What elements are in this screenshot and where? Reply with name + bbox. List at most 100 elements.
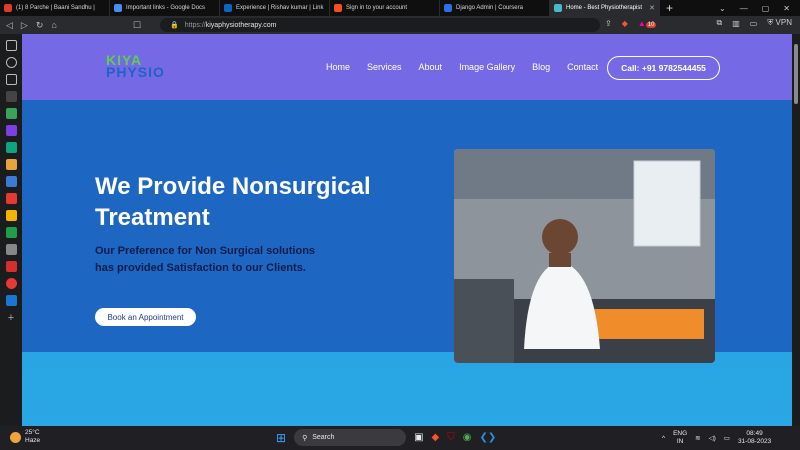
vpn-button[interactable]: ⛨ VPN	[767, 18, 792, 28]
tab-label: Home - Best Physiotherapist	[566, 5, 643, 11]
hero-section: We Provide Nonsurgical Treatment Our Pre…	[22, 100, 792, 363]
browser-tab[interactable]: (1) 8 Parche | Baani Sandhu |	[0, 0, 110, 16]
tab-label: Django Admin | Coursera	[456, 5, 523, 11]
sidebar-icon[interactable]	[5, 125, 17, 136]
wifi-icon[interactable]: ≋	[695, 434, 700, 442]
book-appointment-button[interactable]: Book an Appointment	[95, 308, 196, 326]
sidebar-icon[interactable]	[5, 193, 17, 204]
close-tab-icon[interactable]: ✕	[649, 4, 655, 12]
sidebar-icon[interactable]	[5, 244, 17, 255]
bookmark-icon[interactable]: ☐	[133, 20, 141, 31]
brave-shield-icon[interactable]: ◆	[622, 19, 628, 28]
microsoft-icon	[334, 4, 342, 12]
mcafee-icon[interactable]: ⛉	[447, 432, 455, 443]
nav-blog[interactable]: Blog	[532, 62, 550, 72]
sidebar-icon[interactable]	[5, 227, 17, 238]
add-icon[interactable]: +	[8, 312, 14, 324]
sidebar-icon[interactable]	[5, 142, 17, 153]
toolbar-right: ⇪ ◆ ▲ 10 ⧉ ▥ ▭ ⛨ VPN	[605, 18, 792, 28]
page-scrollbar[interactable]	[792, 34, 800, 426]
sidebar-icon[interactable]	[5, 57, 17, 68]
url-protocol: https://	[184, 21, 206, 29]
sidebar-toggle-icon[interactable]: ▥	[732, 19, 740, 28]
docs-icon	[114, 4, 122, 12]
volume-icon[interactable]: ◁)	[709, 434, 716, 442]
reload-icon[interactable]: ↻	[36, 20, 44, 31]
hero-title: We Provide Nonsurgical Treatment	[95, 173, 371, 231]
forward-icon[interactable]: ▷	[21, 20, 28, 31]
brave-icon[interactable]: ◆	[432, 432, 440, 443]
nav-about[interactable]: About	[419, 62, 443, 72]
hero-subtitle: Our Preference for Non Surgical solution…	[95, 245, 316, 274]
address-bar[interactable]: 🔒 https://kiyaphysiotherapy.com	[160, 18, 600, 32]
sidebar-icon[interactable]	[5, 108, 17, 119]
taskbar-search[interactable]: ⚲ Search	[294, 429, 407, 446]
temperature: 25°C	[25, 429, 40, 436]
nav-contact[interactable]: Contact	[567, 62, 598, 72]
site-logo[interactable]: KIYA PHYSIO	[106, 53, 165, 80]
youtube-icon	[4, 4, 12, 12]
linkedin-icon	[224, 4, 232, 12]
tab-search-icon[interactable]: ⌄	[719, 4, 726, 13]
home-icon[interactable]: ⌂	[51, 20, 56, 30]
coursera-icon	[444, 4, 452, 12]
maximize-button[interactable]: ▢	[762, 4, 770, 13]
sidebar-icon[interactable]	[5, 40, 17, 51]
browser-tab[interactable]: Important links - Google Docs	[110, 0, 220, 16]
nav-image-gallery[interactable]: Image Gallery	[459, 62, 515, 72]
url-domain: kiyaphysiotherapy.com	[205, 21, 277, 29]
task-view-icon[interactable]: ▣	[414, 432, 423, 443]
weather-icon	[10, 431, 21, 443]
taskbar-center: ⊞ ⚲ Search ▣ ◆ ⛉ ◉ ❮❯	[276, 429, 496, 446]
logo-bottom: PHYSIO	[106, 64, 165, 80]
browser-tab[interactable]: Experience | Rishav kumar | Link	[220, 0, 330, 16]
wallet-icon[interactable]: ▭	[750, 19, 758, 28]
tab-label: (1) 8 Parche | Baani Sandhu |	[16, 5, 95, 11]
vscode-icon[interactable]: ❮❯	[479, 432, 496, 443]
tab-label: Experience | Rishav kumar | Link	[236, 5, 324, 11]
rewards-icon[interactable]: ▲ 10	[638, 19, 657, 28]
close-window-button[interactable]: ✕	[783, 4, 790, 13]
scrollbar-thumb[interactable]	[794, 44, 798, 104]
sidebar-icon[interactable]	[5, 91, 17, 102]
window-controls: ⌄ — ▢ ✕	[719, 4, 800, 13]
chevron-up-icon[interactable]: ^	[662, 435, 665, 442]
browser-sidebar: +	[0, 34, 22, 426]
share-icon[interactable]: ⇪	[605, 19, 612, 28]
nav-home[interactable]: Home	[326, 62, 350, 72]
sidebar-icon[interactable]	[5, 159, 17, 170]
sidebar-icon[interactable]	[5, 261, 17, 272]
weather-condition: Haze	[25, 437, 41, 444]
sidebar-icon[interactable]	[5, 210, 17, 221]
extensions-icon[interactable]: ⧉	[716, 18, 722, 28]
browser-tab-active[interactable]: Home - Best Physiotherapist ✕	[550, 0, 660, 16]
language-indicator[interactable]: ENG IN	[673, 430, 687, 446]
tab-strip: (1) 8 Parche | Baani Sandhu | Important …	[0, 0, 800, 16]
rewards-badge: 10	[645, 21, 657, 28]
site-icon	[554, 4, 562, 12]
doctor-photo	[454, 149, 715, 363]
new-tab-button[interactable]: +	[660, 1, 679, 15]
sidebar-icon[interactable]	[5, 176, 17, 187]
clock[interactable]: 08:49 31-08-2023	[738, 430, 771, 446]
main-nav: Home Services About Image Gallery Blog C…	[326, 62, 598, 72]
browser-tab[interactable]: Sign in to your account	[330, 0, 440, 16]
search-label: Search	[312, 434, 335, 441]
start-icon[interactable]: ⊞	[276, 431, 286, 445]
sidebar-icon[interactable]	[5, 278, 17, 289]
lock-icon: 🔒	[170, 22, 179, 29]
weather-widget[interactable]: 25°C Haze	[10, 429, 40, 445]
call-button[interactable]: Call: +91 9782544455	[607, 56, 720, 80]
site-header: KIYA PHYSIO Home Services About Image Ga…	[22, 34, 792, 100]
chrome-icon[interactable]: ◉	[463, 432, 472, 443]
battery-icon[interactable]: ▭	[724, 434, 730, 442]
tab-label: Sign in to your account	[346, 5, 408, 11]
sidebar-icon[interactable]	[5, 74, 17, 85]
minimize-button[interactable]: —	[740, 4, 748, 13]
system-tray: ^ ENG IN ≋ ◁) ▭ 08:49 31-08-2023	[662, 430, 771, 446]
web-page: KIYA PHYSIO Home Services About Image Ga…	[22, 34, 792, 426]
back-icon[interactable]: ◁	[6, 20, 13, 31]
nav-services[interactable]: Services	[367, 62, 402, 72]
sidebar-icon[interactable]	[5, 295, 17, 306]
browser-tab[interactable]: Django Admin | Coursera	[440, 0, 550, 16]
